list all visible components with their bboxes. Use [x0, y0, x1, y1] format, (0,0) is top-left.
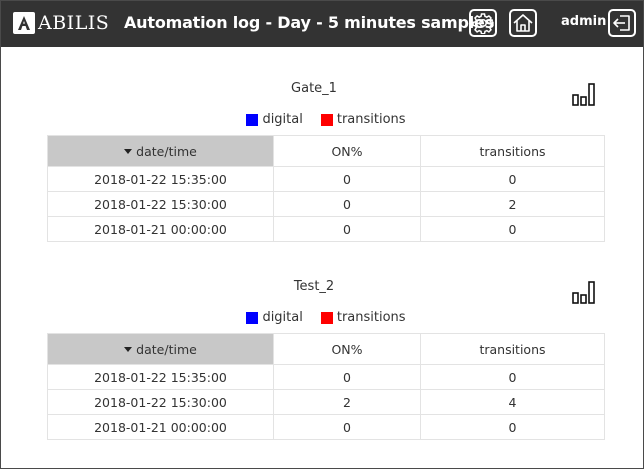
legend-label-transitions: transitions	[336, 112, 406, 127]
chart-legend: digital transitions	[47, 111, 605, 129]
logout-icon	[613, 15, 630, 31]
chart-legend: digital transitions	[47, 309, 605, 327]
table-row: 2018-01-21 00:00:00 0 0	[47, 414, 605, 440]
panel-title: Test_2	[293, 279, 335, 294]
app-window: ABILIS Automation log - Day - 5 minutes …	[0, 0, 644, 469]
legend-label-digital: digital	[262, 310, 303, 325]
column-header-datetime[interactable]: date/time	[47, 333, 274, 365]
legend-item-transitions: transitions	[320, 111, 406, 129]
table-row: 2018-01-22 15:35:00 0 0	[47, 364, 605, 390]
bar-chart-icon[interactable]	[572, 82, 596, 106]
cell-on-percent: 0	[273, 414, 421, 440]
column-header-transitions[interactable]: transitions	[420, 333, 605, 365]
page-title: Automation log - Day - 5 minutes samples	[124, 13, 495, 32]
digital-swatch	[246, 312, 259, 324]
home-button[interactable]	[509, 9, 537, 37]
cell-on-percent: 0	[273, 216, 421, 242]
legend-label-transitions: transitions	[336, 310, 406, 325]
home-icon	[513, 14, 533, 32]
cell-transitions: 0	[420, 216, 605, 242]
cell-datetime: 2018-01-22 15:35:00	[47, 166, 274, 192]
cell-datetime: 2018-01-21 00:00:00	[47, 414, 274, 440]
cell-datetime: 2018-01-22 15:30:00	[47, 191, 274, 217]
legend-item-transitions: transitions	[320, 309, 406, 327]
legend-item-digital: digital	[246, 309, 303, 327]
cell-transitions: 0	[420, 414, 605, 440]
digital-swatch	[246, 114, 259, 126]
transitions-swatch	[320, 312, 333, 324]
cell-datetime: 2018-01-22 15:35:00	[47, 364, 274, 390]
log-table: date/time ON% transitions 2018-01-22 15:…	[47, 333, 605, 440]
cell-on-percent: 0	[273, 364, 421, 390]
logout-button[interactable]	[608, 9, 636, 37]
table-row: 2018-01-22 15:30:00 0 2	[47, 191, 605, 217]
username-label: admin	[561, 14, 607, 29]
cell-datetime: 2018-01-21 00:00:00	[47, 216, 274, 242]
table-header-row: date/time ON% transitions	[47, 135, 605, 167]
settings-button[interactable]	[469, 9, 497, 37]
cell-datetime: 2018-01-22 15:30:00	[47, 389, 274, 415]
cell-transitions: 0	[420, 166, 605, 192]
sort-desc-icon	[124, 346, 133, 352]
logo-text: ABILIS	[38, 12, 110, 34]
gear-icon	[472, 13, 494, 34]
column-header-on-percent[interactable]: ON%	[273, 333, 421, 365]
cell-transitions: 2	[420, 191, 605, 217]
table-row: 2018-01-22 15:35:00 0 0	[47, 166, 605, 192]
table-row: 2018-01-22 15:30:00 2 4	[47, 389, 605, 415]
table-row: 2018-01-21 00:00:00 0 0	[47, 216, 605, 242]
logo-mark-icon	[13, 12, 35, 34]
panel-title: Gate_1	[291, 81, 337, 96]
cell-on-percent: 0	[273, 166, 421, 192]
cell-transitions: 4	[420, 389, 605, 415]
legend-item-digital: digital	[246, 111, 303, 129]
table-header-row: date/time ON% transitions	[47, 333, 605, 365]
header-bar: ABILIS Automation log - Day - 5 minutes …	[1, 1, 643, 47]
log-table: date/time ON% transitions 2018-01-22 15:…	[47, 135, 605, 242]
bar-chart-icon[interactable]	[572, 280, 596, 304]
cell-transitions: 0	[420, 364, 605, 390]
transitions-swatch	[320, 114, 333, 126]
column-header-transitions[interactable]: transitions	[420, 135, 605, 167]
legend-label-digital: digital	[262, 112, 303, 127]
sort-desc-icon	[124, 148, 133, 154]
column-header-datetime[interactable]: date/time	[47, 135, 274, 167]
cell-on-percent: 2	[273, 389, 421, 415]
abilis-logo: ABILIS	[13, 11, 109, 35]
cell-on-percent: 0	[273, 191, 421, 217]
column-header-on-percent[interactable]: ON%	[273, 135, 421, 167]
